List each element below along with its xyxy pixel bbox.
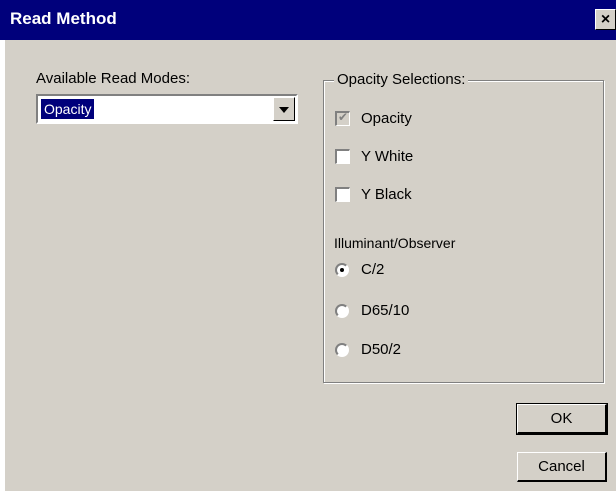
opacity-selections-legend: Opacity Selections: <box>334 71 469 88</box>
close-button[interactable]: × <box>595 9 616 30</box>
radio-c2[interactable] <box>335 263 349 277</box>
read-mode-select[interactable]: Opacity <box>36 94 298 124</box>
title-bar[interactable]: Read Method × <box>0 0 616 40</box>
y-white-checkbox-label: Y White <box>361 148 414 165</box>
y-white-checkbox[interactable] <box>335 149 350 164</box>
opacity-checkbox-label: Opacity <box>361 110 412 127</box>
ok-button[interactable]: OK <box>516 403 608 435</box>
read-mode-selected-value: Opacity <box>39 98 96 120</box>
radio-d50-2[interactable] <box>335 343 349 357</box>
opacity-checkbox[interactable]: ✔ <box>335 110 350 126</box>
window-title: Read Method <box>10 9 117 28</box>
radio-c2-label: C/2 <box>361 261 385 278</box>
y-black-checkbox-label: Y Black <box>361 186 412 203</box>
close-icon: × <box>600 11 611 28</box>
read-modes-label: Available Read Modes: <box>36 70 190 87</box>
radio-d65-10-label: D65/10 <box>361 302 410 319</box>
radio-d50-2-label: D50/2 <box>361 341 402 358</box>
radio-d65-10[interactable] <box>335 304 349 318</box>
illuminant-observer-label: Illuminant/Observer <box>334 235 456 251</box>
read-method-dialog: Read Method × Available Read Modes: Opac… <box>0 0 616 491</box>
y-black-checkbox[interactable] <box>335 187 350 202</box>
cancel-button[interactable]: Cancel <box>517 452 607 482</box>
dropdown-arrow-button[interactable] <box>273 97 295 121</box>
radio-selected-dot <box>340 268 344 272</box>
checkmark-icon: ✔ <box>338 110 349 124</box>
